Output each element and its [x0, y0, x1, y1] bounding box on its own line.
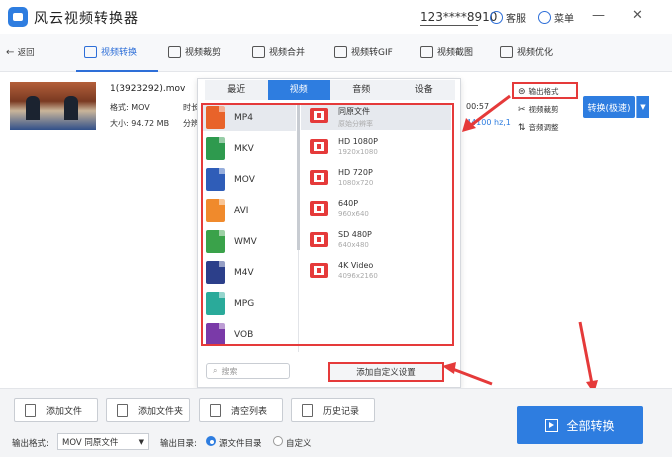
optimize-icon: [500, 45, 513, 58]
tab-label: 视频优化: [517, 48, 554, 58]
tab-recent[interactable]: 最近: [205, 80, 268, 100]
account-underline: [420, 25, 478, 26]
title-bar: 风云视频转换器 123****8910 客服 菜单 — ✕: [0, 0, 672, 34]
close-button[interactable]: ✕: [632, 8, 643, 23]
back-arrow-icon: ←: [6, 47, 15, 58]
convert-all-label: 全部转换: [566, 418, 615, 433]
minimize-button[interactable]: —: [592, 8, 605, 23]
add-file-button[interactable]: 添加文件: [14, 398, 98, 422]
format-selection-highlight: [201, 103, 454, 346]
add-folder-label: 添加文件夹: [138, 406, 184, 417]
add-file-icon: [25, 403, 36, 417]
search-placeholder: 搜索: [221, 366, 238, 376]
tab-video-merge[interactable]: 视频合并: [252, 45, 305, 58]
back-label: 返回: [17, 48, 35, 58]
output-dir-label: 输出目录:: [160, 439, 197, 449]
video-thumbnail[interactable]: [10, 82, 96, 130]
file-name: 1(3923292).mov: [110, 84, 186, 94]
format-search-input[interactable]: ⌕ 搜索: [206, 363, 290, 379]
file-duration-value: 00:57: [466, 102, 490, 111]
back-button[interactable]: ← 返回: [6, 46, 35, 58]
gif-icon: [334, 45, 347, 58]
clear-list-label: 清空列表: [231, 406, 268, 417]
tab-audio[interactable]: 音频: [330, 80, 393, 100]
service-button[interactable]: 客服: [490, 10, 526, 25]
arrow-to-convert: [578, 321, 594, 385]
video-clip-icon: [168, 45, 181, 58]
tab-video[interactable]: 视频: [267, 80, 330, 100]
menu-label: 菜单: [554, 14, 574, 25]
video-convert-icon: [84, 45, 97, 58]
tab-label: 视频裁剪: [185, 48, 222, 58]
tab-label: 视频转GIF: [351, 48, 393, 58]
history-icon: [302, 403, 313, 417]
trash-icon: [210, 403, 221, 417]
video-clip-label: 视频裁剪: [528, 105, 559, 114]
history-button[interactable]: 历史记录: [291, 398, 375, 422]
source-dir-radio[interactable]: [206, 436, 216, 446]
tab-video-screenshot[interactable]: 视频截图: [420, 45, 473, 58]
output-format-select[interactable]: MOV 同原文件 ▼: [57, 433, 149, 450]
app-title: 风云视频转换器: [34, 11, 139, 27]
menu-button[interactable]: 菜单: [538, 10, 574, 25]
add-folder-icon: [117, 403, 128, 417]
tab-label: 视频截图: [437, 48, 474, 58]
output-format-label: 输出格式:: [12, 439, 49, 449]
screenshot-icon: [420, 45, 433, 58]
tab-video-clip[interactable]: 视频裁剪: [168, 45, 221, 58]
play-icon: [545, 418, 559, 432]
active-tab-indicator: [76, 70, 158, 72]
audio-adjust-option[interactable]: ⇅ 音频调整: [518, 122, 559, 133]
format-tabs: 最近 视频 音频 设备: [205, 80, 455, 100]
add-custom-setting-button[interactable]: 添加自定义设置: [328, 362, 444, 382]
file-format: 格式: MOV: [110, 103, 150, 112]
file-size: 大小: 94.72 MB: [110, 119, 170, 128]
tab-video-gif[interactable]: 视频转GIF: [334, 45, 393, 58]
chevron-down-icon: ▼: [138, 437, 144, 446]
tab-label: 视频转换: [101, 48, 138, 58]
custom-dir-radio[interactable]: [273, 436, 283, 446]
convert-dropdown-icon[interactable]: ▼: [636, 96, 649, 118]
video-merge-icon: [252, 45, 265, 58]
tab-video-optimize[interactable]: 视频优化: [500, 45, 553, 58]
user-account[interactable]: 123****8910: [420, 10, 497, 24]
video-clip-option[interactable]: ✂ 视频裁剪: [518, 104, 559, 115]
add-folder-button[interactable]: 添加文件夹: [106, 398, 190, 422]
add-file-label: 添加文件: [46, 406, 83, 417]
clear-list-button[interactable]: 清空列表: [199, 398, 283, 422]
headset-icon: [490, 11, 503, 24]
output-format-value: MOV 同原文件: [62, 437, 119, 448]
convert-button[interactable]: 转换(极速): [583, 96, 635, 118]
nav-bar: ← 返回 视频转换 视频裁剪 视频合并 视频转GIF 视频截图 视频优化: [0, 34, 672, 72]
app-logo-icon: [8, 7, 28, 27]
menu-icon: [538, 11, 551, 24]
convert-all-button[interactable]: 全部转换: [517, 406, 643, 444]
custom-dir-label: 自定义: [286, 439, 312, 449]
file-audio-info: 44100 hz,1: [466, 118, 511, 127]
scissors-icon: ✂: [518, 104, 526, 115]
audio-adjust-icon: ⇅: [518, 122, 526, 133]
tab-video-convert[interactable]: 视频转换: [84, 45, 137, 58]
tab-label: 视频合并: [269, 48, 306, 58]
history-label: 历史记录: [323, 406, 360, 417]
search-icon: ⌕: [213, 366, 218, 375]
audio-adjust-label: 音频调整: [528, 123, 559, 132]
service-label: 客服: [506, 14, 526, 25]
output-format-highlight: [512, 82, 578, 99]
tab-device[interactable]: 设备: [393, 80, 456, 100]
source-dir-label: 源文件目录: [219, 439, 262, 449]
